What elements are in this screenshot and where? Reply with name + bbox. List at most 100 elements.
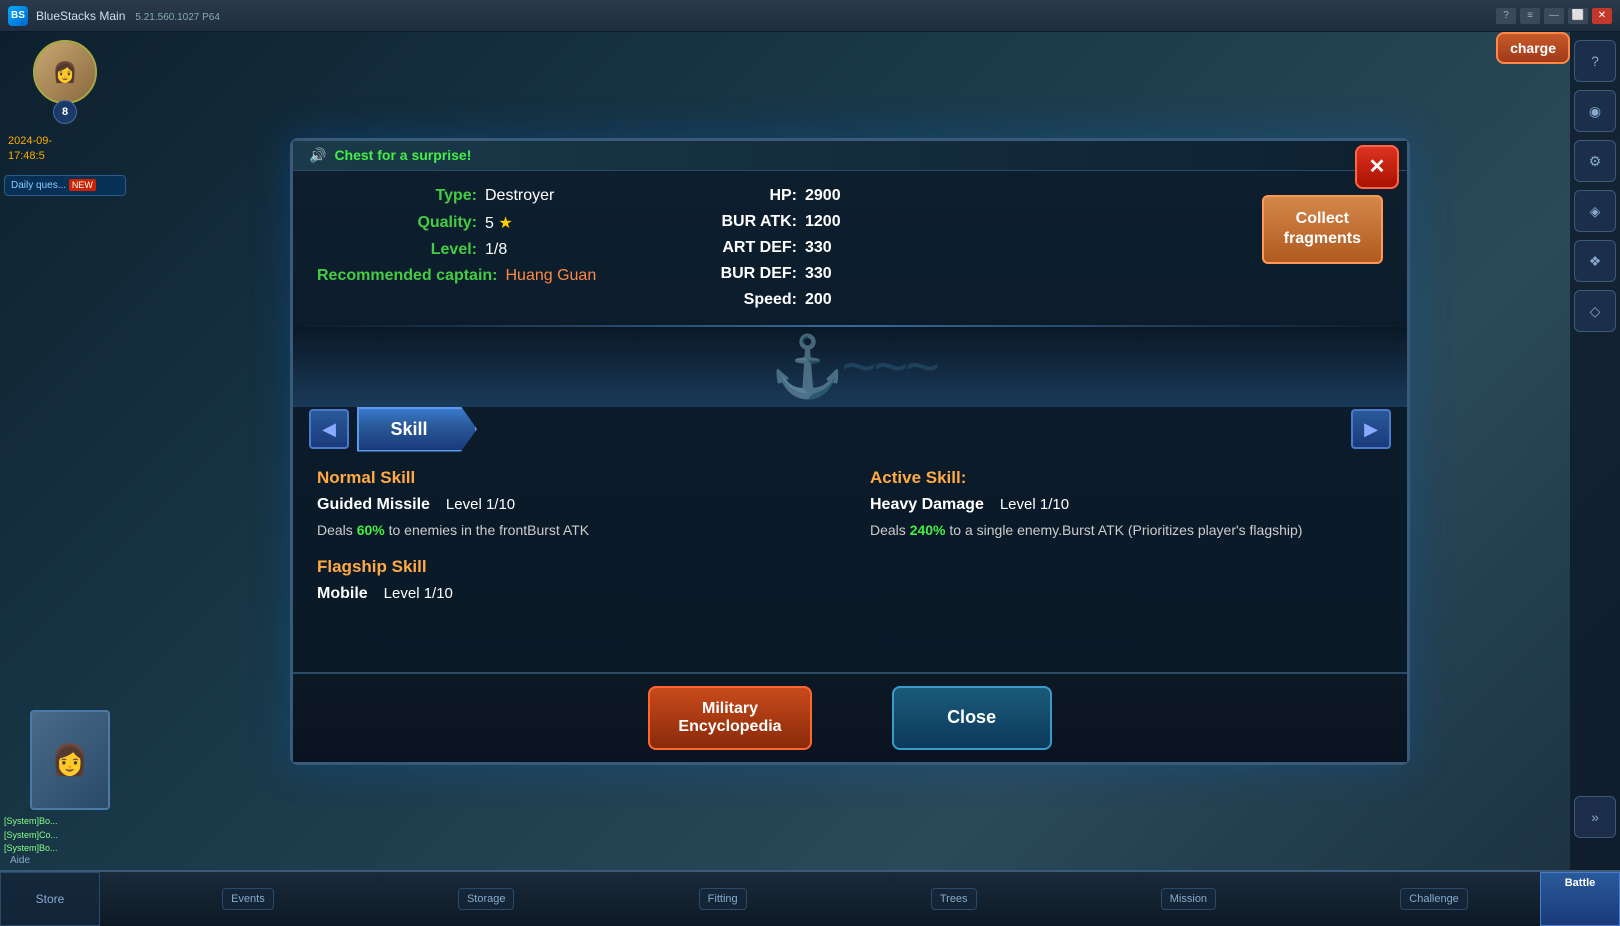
avatar: 👩 (33, 40, 97, 104)
right-btn-6[interactable]: ◇ (1574, 290, 1616, 332)
type-row: Type: Destroyer (317, 187, 617, 205)
date-display: 2024-09- 17:48:5 (4, 132, 126, 167)
flagship-skill-name: Mobile (317, 585, 368, 603)
hp-value: 2900 (805, 187, 841, 205)
events-btn[interactable]: Events (222, 888, 274, 910)
captain-label: Recommended captain: (317, 267, 497, 285)
active-skill-desc: Deals 240% to a single enemy.Burst ATK (… (870, 520, 1383, 541)
right-sidebar: ? ◉ ⚙ ◈ ❖ ◇ » (1570, 32, 1620, 926)
titlebar-menu-btn[interactable]: ≡ (1520, 8, 1540, 24)
right-btn-5[interactable]: ❖ (1574, 240, 1616, 282)
notif-speaker-icon: 🔊 (309, 147, 326, 164)
trees-btn[interactable]: Trees (931, 888, 977, 910)
active-skill-name: Heavy Damage (870, 496, 984, 514)
bottom-bar: Store Events Storage Fitting Trees Missi… (0, 870, 1620, 926)
normal-skill-name-row: Guided Missile Level 1/10 (317, 496, 830, 514)
speed-row: Speed: 200 (677, 291, 1203, 309)
main-dialog: ✕ 🔊 Chest for a surprise! Type: Destroye… (290, 138, 1410, 765)
art-def-value: 330 (805, 239, 832, 257)
skill-tab[interactable]: Skill (357, 407, 477, 452)
bluestacks-icon: BS (8, 6, 28, 26)
fitting-btn[interactable]: Fitting (699, 888, 747, 910)
mission-btn[interactable]: Mission (1161, 888, 1216, 910)
nav-arrow-right[interactable]: ▶ (1351, 409, 1391, 449)
forward-arrows-btn[interactable]: » (1574, 796, 1616, 838)
art-def-row: ART DEF: 330 (677, 239, 1203, 257)
type-value: Destroyer (485, 187, 554, 205)
encyclopedia-btn[interactable]: MilitaryEncyclopedia (648, 686, 811, 750)
close-btn[interactable]: Close (892, 686, 1052, 750)
active-skill-name-row: Heavy Damage Level 1/10 (870, 496, 1383, 514)
captain-value: Huang Guan (505, 267, 596, 285)
titlebar-help-btn[interactable]: ? (1496, 8, 1516, 24)
bur-atk-row: BUR ATK: 1200 (677, 213, 1203, 231)
avatar-image: 👩 (35, 42, 95, 102)
active-skill-column: Active Skill: Heavy Damage Level 1/10 De… (870, 468, 1383, 656)
flagship-skill-title: Flagship Skill (317, 557, 830, 577)
normal-skill-desc: Deals 60% to enemies in the frontBurst A… (317, 520, 830, 541)
store-btn[interactable]: Store (0, 872, 100, 926)
speed-value: 200 (805, 291, 832, 309)
dialog-close-btn[interactable]: ✕ (1355, 145, 1399, 189)
normal-skill-highlight: 60% (357, 522, 385, 538)
bur-atk-label: BUR ATK: (677, 213, 797, 231)
quality-label: Quality: (317, 214, 477, 232)
star-icon: ★ (498, 215, 512, 232)
level-row: Level: 1/8 (317, 241, 617, 259)
stats-center: HP: 2900 BUR ATK: 1200 ART DEF: 330 BUR … (617, 187, 1203, 309)
chat-line-1: [System]Bo... (4, 815, 124, 829)
battle-btn[interactable]: Battle (1540, 872, 1620, 926)
titlebar: BS BlueStacks Main 5.21.560.1027 P64 ? ≡… (0, 0, 1620, 32)
stats-right: Collectfragments (1203, 187, 1383, 309)
titlebar-close-btn[interactable]: ✕ (1592, 8, 1612, 24)
level-value: 1/8 (485, 241, 507, 259)
art-def-label: ART DEF: (677, 239, 797, 257)
level-label: Level: (317, 241, 477, 259)
ship-silhouette: ⚓ ~ ~ ~ (770, 331, 930, 402)
nav-arrow-left[interactable]: ◀ (309, 409, 349, 449)
titlebar-controls: ? ≡ — ⬜ ✕ (1496, 8, 1612, 24)
right-btn-3[interactable]: ⚙ (1574, 140, 1616, 182)
ship-image-area: ⚓ ~ ~ ~ (293, 327, 1407, 407)
quality-row: Quality: 5 ★ (317, 213, 617, 233)
notification-text: Chest for a surprise! (334, 147, 471, 163)
bur-def-row: BUR DEF: 330 (677, 265, 1203, 283)
normal-skill-name: Guided Missile (317, 496, 430, 514)
hp-label: HP: (677, 187, 797, 205)
titlebar-title: BlueStacks Main 5.21.560.1027 P64 (36, 9, 1496, 23)
tab-row: ◀ Skill ▶ (293, 407, 1407, 452)
dialog-footer: MilitaryEncyclopedia Close (293, 672, 1407, 762)
bur-def-label: BUR DEF: (677, 265, 797, 283)
dialog-overlay: ✕ 🔊 Chest for a surprise! Type: Destroye… (130, 32, 1570, 870)
bur-atk-value: 1200 (805, 213, 841, 231)
storage-btn[interactable]: Storage (458, 888, 515, 910)
type-label: Type: (317, 187, 477, 205)
chat-line-2: [System]Co... (4, 829, 124, 843)
aide-label: Aide (10, 855, 30, 866)
right-btn-1[interactable]: ? (1574, 40, 1616, 82)
normal-skill-level: Level 1/10 (446, 496, 515, 513)
new-badge: NEW (69, 179, 96, 191)
titlebar-restore-btn[interactable]: ⬜ (1568, 8, 1588, 24)
right-btn-4[interactable]: ◈ (1574, 190, 1616, 232)
bur-def-value: 330 (805, 265, 832, 283)
left-sidebar: 👩 8 2024-09- 17:48:5 Daily ques... NEW [… (0, 32, 130, 926)
chat-log: [System]Bo... [System]Co... [System]Bo..… (4, 815, 124, 856)
aide-container: 👩 Aide (10, 853, 30, 866)
hp-row: HP: 2900 (677, 187, 1203, 205)
challenge-btn[interactable]: Challenge (1400, 888, 1468, 910)
daily-quest-item[interactable]: Daily ques... NEW (4, 175, 126, 196)
aide-portrait: 👩 (30, 710, 110, 810)
normal-skill-column: Normal Skill Guided Missile Level 1/10 D… (317, 468, 830, 656)
active-skill-title: Active Skill: (870, 468, 1383, 488)
normal-skill-title: Normal Skill (317, 468, 830, 488)
active-skill-level: Level 1/10 (1000, 496, 1069, 513)
skill-area: ◀ Skill ▶ Normal Skill Guided Missile Le… (293, 407, 1407, 672)
right-btn-2[interactable]: ◉ (1574, 90, 1616, 132)
collect-fragments-btn[interactable]: Collectfragments (1262, 195, 1383, 265)
titlebar-minimize-btn[interactable]: — (1544, 8, 1564, 24)
player-level: 8 (53, 100, 77, 124)
skill-content: Normal Skill Guided Missile Level 1/10 D… (293, 452, 1407, 672)
stats-panel: Type: Destroyer Quality: 5 ★ Level: 1/8 … (293, 171, 1407, 325)
captain-row: Recommended captain: Huang Guan (317, 267, 617, 285)
